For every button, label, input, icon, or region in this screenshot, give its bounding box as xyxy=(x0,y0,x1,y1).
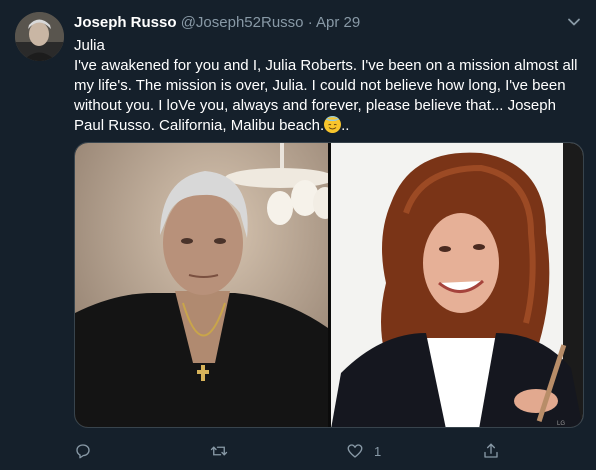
share-button[interactable] xyxy=(482,440,500,462)
author-handle[interactable]: @Joseph52Russo xyxy=(181,14,304,31)
tweet-text-first-line: Julia xyxy=(74,37,105,54)
tweet-header: Joseph Russo @Joseph52Russo · Apr 29 xyxy=(74,12,360,34)
like-count: 1 xyxy=(374,443,382,459)
left-photo[interactable] xyxy=(75,143,328,427)
tweet-text-body-paragraph: I've awakened for you and I, Julia Rober… xyxy=(74,56,584,136)
share-icon xyxy=(484,443,498,458)
tweet-text-trailing: .. xyxy=(341,117,350,134)
reply-button[interactable] xyxy=(74,440,92,462)
avatar[interactable] xyxy=(15,12,64,61)
avatar-image xyxy=(15,12,64,61)
tweet-text: Julia I've awakened for you and I, Julia… xyxy=(74,36,584,136)
smiling-face-with-halo-icon xyxy=(324,116,342,133)
right-photo[interactable]: LG xyxy=(331,143,583,427)
chevron-down-icon[interactable] xyxy=(566,14,582,30)
tweet-media[interactable]: LG xyxy=(74,142,584,428)
tv-brand-label: LG xyxy=(557,421,565,427)
author-name[interactable]: Joseph Russo xyxy=(74,14,177,31)
separator-dot: · xyxy=(307,14,313,31)
tweet[interactable]: Joseph Russo @Joseph52Russo · Apr 29 Jul… xyxy=(0,0,596,470)
heart-icon xyxy=(347,444,363,458)
retweet-icon xyxy=(210,446,228,456)
tweet-date[interactable]: Apr 29 xyxy=(316,14,360,31)
reply-icon xyxy=(76,444,90,459)
retweet-button[interactable] xyxy=(210,440,228,462)
like-button[interactable]: 1 xyxy=(346,440,381,462)
tweet-action-bar: 1 xyxy=(74,440,584,464)
